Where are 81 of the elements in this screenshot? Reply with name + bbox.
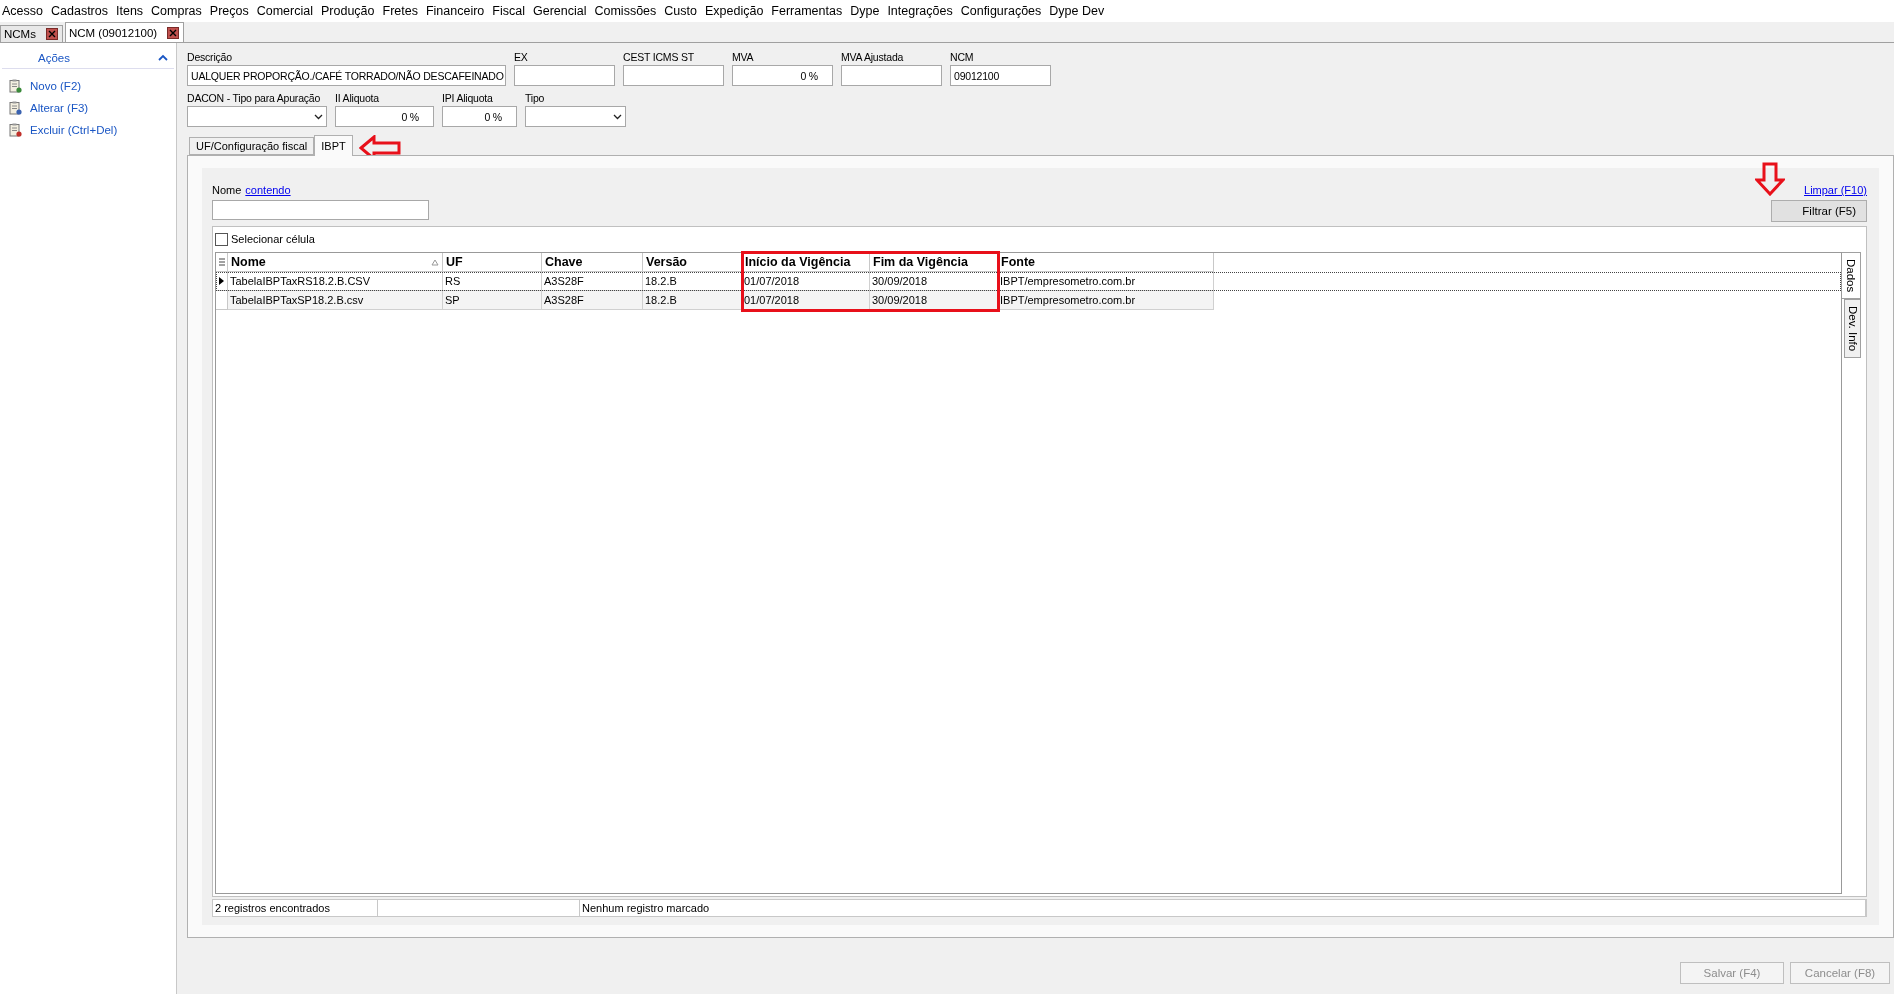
clipboard-icon [9, 101, 22, 115]
menu-item[interactable]: Fretes [381, 4, 425, 18]
menu-item[interactable]: Expedição [703, 4, 771, 18]
menu-item[interactable]: Dype Dev [1048, 4, 1112, 18]
filter-label: Nome [212, 184, 242, 196]
menu-item[interactable]: Dype [849, 4, 887, 18]
input-field[interactable]: 0 % [335, 106, 434, 127]
input-field[interactable] [623, 65, 724, 86]
table-cell: 18.2.B [643, 291, 742, 310]
side-tab[interactable]: Dados [1841, 252, 1861, 300]
down-arrow-icon [1755, 162, 1785, 196]
menu-item[interactable]: Acesso [1, 4, 50, 18]
input-field[interactable] [841, 65, 942, 86]
clear-link[interactable]: Limpar (F10) [1804, 184, 1867, 196]
field-label: MVA [732, 51, 755, 65]
table-cell: RS [443, 272, 542, 291]
tab[interactable]: UF/Configuração fiscal [189, 137, 315, 155]
panel-title: Ações [38, 51, 70, 64]
menu-item[interactable]: Cadastros [50, 4, 115, 18]
checkbox-label: Selecionar célula [231, 233, 315, 245]
dropdown-caret-icon[interactable] [314, 113, 323, 120]
menu-item[interactable]: Itens [115, 4, 151, 18]
table-cell: SP [443, 291, 542, 310]
menu-item[interactable]: Ferramentas [770, 4, 850, 18]
dropdown-caret-icon[interactable] [613, 113, 622, 120]
current-row-icon [219, 277, 224, 285]
field-label: EX [514, 51, 529, 65]
table-cell: A3S28F [542, 291, 643, 310]
table-cell: IBPT/empresometro.com.br [998, 291, 1214, 310]
action-link[interactable]: Novo (F2) [2, 75, 174, 97]
field-label: Tipo [525, 92, 546, 106]
tab[interactable]: IBPT [314, 135, 353, 156]
status-text: 2 registros encontrados [213, 900, 378, 916]
name-filter-field[interactable] [212, 200, 429, 220]
field-label: Descrição [187, 51, 233, 65]
field-label: DACON - Tipo para Apuração [187, 92, 322, 106]
dropdown-field[interactable] [525, 106, 626, 127]
field-label: NCM [950, 51, 975, 65]
checkbox[interactable] [215, 232, 228, 246]
table-row[interactable]: TabelaIBPTaxRS18.2.B.CSV RS A3S28F 18.2.B 01/07/2018 30/09/2018 IBPT/empresometro.com.br [216, 272, 1841, 291]
dropdown-field[interactable] [187, 106, 327, 127]
close-icon[interactable] [167, 26, 180, 39]
operator-link[interactable]: contendo [245, 184, 291, 196]
table-cell: A3S28F [542, 272, 643, 291]
menu-item[interactable]: Integrações [886, 4, 960, 18]
menu-item[interactable]: Preços [208, 4, 256, 18]
close-icon[interactable] [45, 28, 58, 40]
clipboard-icon [9, 79, 22, 93]
menu-item[interactable]: Comercial [255, 4, 320, 18]
input-field[interactable]: 0 % [442, 106, 517, 127]
input-field[interactable] [514, 65, 615, 86]
document-tab[interactable]: NCMs [0, 25, 63, 42]
menu-item[interactable]: Configurações [959, 4, 1049, 18]
input-field[interactable]: UALQUER PROPORÇÃO./CAFÉ TORRADO/NÃO DESCAFEINADO [187, 65, 506, 86]
input-field[interactable]: 09012100 [950, 65, 1051, 86]
table-row[interactable]: TabelaIBPTaxSP18.2.B.csv SP A3S28F 18.2.B 01/07/2018 30/09/2018 IBPT/empresometro.com.br [216, 291, 1841, 310]
side-tab[interactable]: Dev. Info [1844, 299, 1861, 359]
action-link[interactable]: Alterar (F3) [2, 97, 174, 119]
table-cell: IBPT/empresometro.com.br [998, 272, 1214, 291]
field-label: CEST ICMS ST [623, 51, 695, 65]
chevron-icon[interactable] [158, 54, 168, 61]
field-label: IPI Aliquota [442, 92, 494, 106]
menu-item[interactable]: Custo [663, 4, 704, 18]
menu-item[interactable]: Gerencial [531, 4, 594, 18]
menu-item[interactable]: Produção [320, 4, 382, 18]
field-label: MVA Ajustada [841, 51, 905, 65]
clipboard-icon [9, 123, 22, 137]
table-cell: TabelaIBPTaxRS18.2.B.CSV [228, 272, 443, 291]
action-link[interactable]: Excluir (Ctrl+Del) [2, 119, 174, 141]
input-field[interactable]: 0 % [732, 65, 833, 86]
table-cell: 01/07/2018 [742, 272, 870, 291]
menu-item[interactable]: Fiscal [491, 4, 532, 18]
menu-item[interactable]: Comissões [593, 4, 664, 18]
column-chooser-icon[interactable] [218, 257, 225, 267]
menu-item[interactable]: Compras [150, 4, 209, 18]
document-tab[interactable]: NCM (09012100) [64, 22, 185, 42]
menu-item[interactable]: Financeiro [424, 4, 492, 18]
status-text: Nenhum registro marcado [580, 900, 1866, 916]
table-cell: TabelaIBPTaxSP18.2.B.csv [228, 291, 443, 310]
filter-button[interactable]: Filtrar (F5) [1771, 200, 1867, 222]
field-label: II Aliquota [335, 92, 380, 106]
